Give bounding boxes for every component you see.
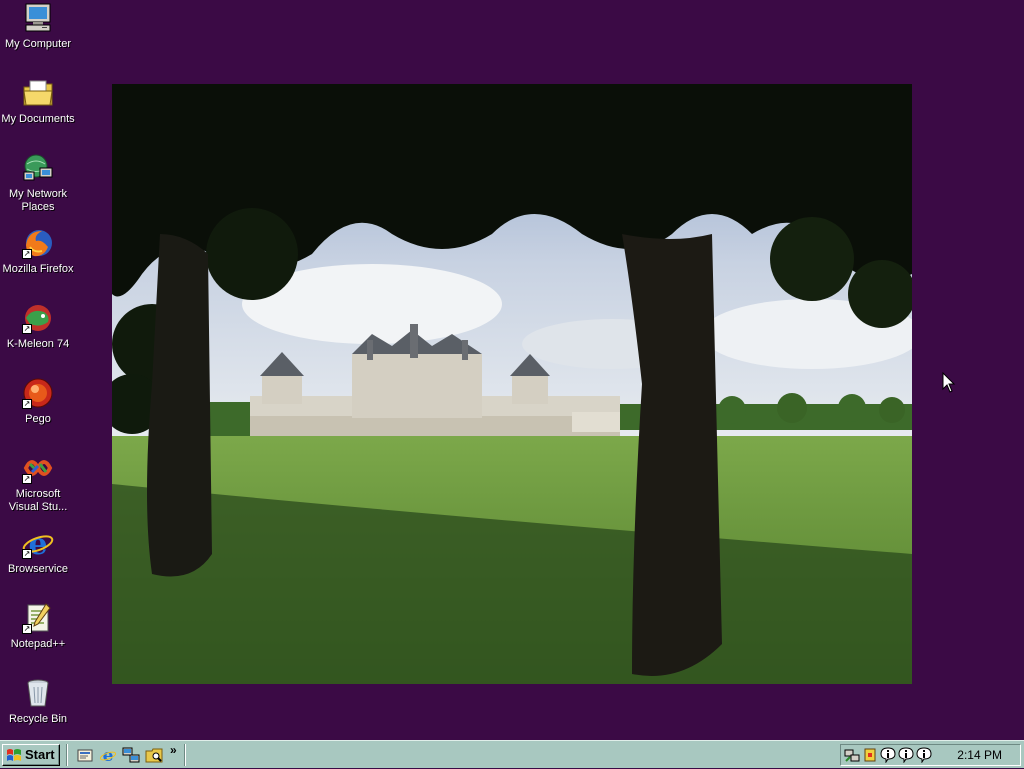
notepad-plus-plus-icon: ↗ (22, 602, 54, 634)
desktop-icon-my-computer[interactable]: My Computer (0, 2, 76, 51)
browservice-icon: e ↗ (22, 527, 54, 562)
desktop-icon-browservice[interactable]: e ↗ Browservice (0, 527, 76, 576)
desktop-icon-pego[interactable]: ↗ Pego (0, 377, 76, 426)
windows-logo-icon (6, 748, 22, 762)
folder-search-icon[interactable] (145, 746, 163, 764)
shortcut-arrow-icon: ↗ (22, 549, 32, 559)
start-button[interactable]: Start (2, 744, 60, 766)
desktop-icon-notepad-plus-plus[interactable]: ↗ Notepad++ (0, 602, 76, 651)
wallpaper (112, 84, 912, 684)
shortcut-arrow-icon: ↗ (22, 249, 32, 259)
start-label: Start (25, 747, 55, 762)
my-documents-icon (22, 77, 54, 109)
network-tray-icon[interactable] (844, 747, 860, 763)
desktop-icon-label: My Network Places (8, 188, 68, 213)
internet-explorer-icon[interactable]: e (99, 746, 117, 766)
show-desktop-icon[interactable] (76, 746, 94, 764)
taskbar-separator (66, 744, 68, 766)
desktop-icon-label: Browservice (8, 563, 68, 575)
desktop-icon-mozilla-firefox[interactable]: ↗ Mozilla Firefox (0, 227, 76, 276)
desktop: My Computer My Documents My Network Plac… (0, 0, 1024, 740)
firefox-icon: ↗ (22, 227, 54, 259)
desktop-icon-k-meleon[interactable]: ↗ K-Meleon 74 (0, 302, 76, 351)
desktop-icon-my-network-places[interactable]: My Network Places (0, 152, 76, 214)
info-tray-icon[interactable] (898, 747, 914, 764)
quick-launch-overflow-button[interactable]: » (170, 743, 177, 757)
desktop-icon-label: Pego (25, 413, 51, 425)
pego-icon: ↗ (22, 377, 54, 409)
mouse-pointer-icon (942, 371, 956, 394)
my-computer-icon (22, 2, 54, 34)
info-tray-icon[interactable] (880, 747, 896, 764)
desktop-icon-my-documents[interactable]: My Documents (0, 77, 76, 126)
desktop-icon-label: Mozilla Firefox (2, 263, 74, 275)
network-icon[interactable] (122, 746, 140, 764)
taskbar: Start e » 2:14 PM (0, 740, 1024, 768)
recycle-bin-icon (22, 677, 54, 709)
desktop-icon-label: My Documents (1, 113, 75, 125)
k-meleon-icon: ↗ (22, 302, 54, 334)
svg-text:e: e (103, 746, 114, 764)
desktop-icon-visual-studio[interactable]: ↗ Microsoft Visual Stu... (0, 452, 76, 514)
desktop-icon-label: Notepad++ (10, 638, 66, 650)
system-tray: 2:14 PM (840, 744, 1021, 766)
taskbar-separator (184, 744, 186, 766)
shortcut-arrow-icon: ↗ (22, 324, 32, 334)
desktop-icon-label: Recycle Bin (8, 713, 68, 725)
security-tray-icon[interactable] (862, 747, 878, 763)
desktop-icon-label: My Computer (4, 38, 72, 50)
shortcut-arrow-icon: ↗ (22, 399, 32, 409)
desktop-icon-recycle-bin[interactable]: Recycle Bin (0, 677, 76, 726)
network-places-icon (22, 152, 54, 184)
desktop-icon-label: K-Meleon 74 (6, 338, 70, 350)
clock[interactable]: 2:14 PM (957, 748, 1002, 762)
shortcut-arrow-icon: ↗ (22, 624, 32, 634)
info-tray-icon[interactable] (916, 747, 932, 764)
desktop-icon-label: Microsoft Visual Stu... (8, 488, 68, 513)
shortcut-arrow-icon: ↗ (22, 474, 32, 484)
visual-studio-icon: ↗ (22, 452, 54, 484)
